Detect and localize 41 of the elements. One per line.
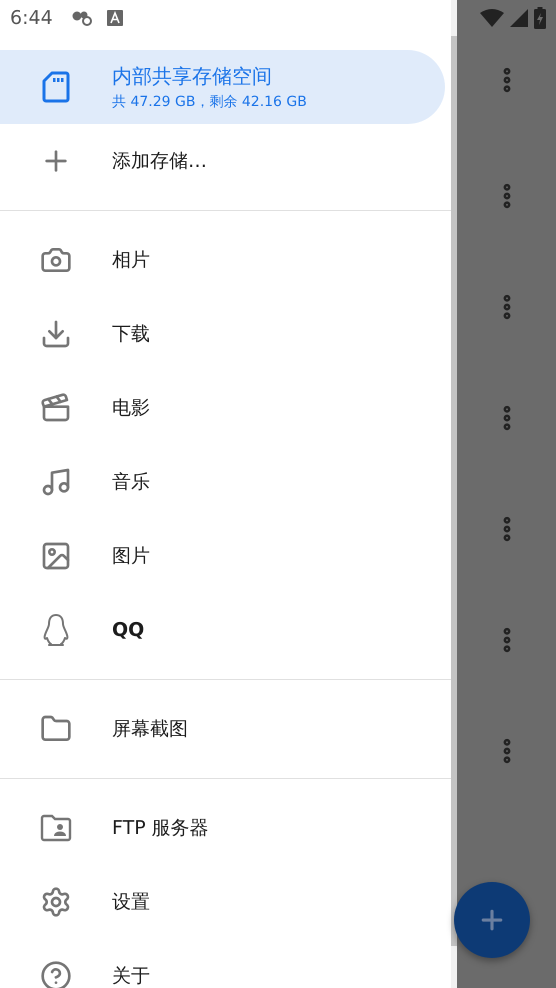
drawer-item[interactable]: QQ <box>0 593 451 667</box>
settings-icon <box>40 886 72 918</box>
item-label: 关于 <box>112 964 150 988</box>
drawer-item[interactable]: 屏幕截图 <box>0 692 451 766</box>
item-label: 音乐 <box>112 470 150 495</box>
item-label: 下载 <box>112 322 150 347</box>
drawer-item[interactable]: 关于 <box>0 939 451 988</box>
item-label: 屏幕截图 <box>112 717 188 742</box>
drawer-item[interactable]: 电影 <box>0 371 451 445</box>
folder-person-icon <box>40 814 72 842</box>
drawer-item[interactable]: 设置 <box>0 865 451 939</box>
drawer-item[interactable]: FTP 服务器 <box>0 791 451 865</box>
sd-card-icon <box>42 71 70 103</box>
drawer-item[interactable]: 下载 <box>0 297 451 371</box>
drawer-item[interactable]: 相片 <box>0 223 451 297</box>
penguin-icon <box>42 613 68 647</box>
help-icon <box>40 960 72 988</box>
drawer-item[interactable]: 添加存储… <box>0 124 451 198</box>
item-label: 设置 <box>112 890 150 915</box>
battery-icon <box>534 7 546 29</box>
drawer-item[interactable]: 音乐 <box>0 445 451 519</box>
item-label: FTP 服务器 <box>112 816 209 841</box>
storage-detail: 共 47.29 GB，剩余 42.16 GB <box>112 93 307 111</box>
wifi-icon <box>480 9 504 27</box>
drawer-item[interactable]: 内部共享存储空间 共 47.29 GB，剩余 42.16 GB <box>0 50 445 124</box>
item-label: 图片 <box>112 544 150 569</box>
keyboard-icon <box>106 10 123 26</box>
status-time: 6:44 <box>10 7 53 29</box>
item-label: 相片 <box>112 248 150 273</box>
signal-icon <box>510 9 528 27</box>
notification-icon <box>70 10 93 26</box>
clapperboard-icon <box>40 392 72 424</box>
drawer-item[interactable]: 图片 <box>0 519 451 593</box>
music-note-icon <box>40 466 72 498</box>
item-label: 电影 <box>112 396 150 421</box>
item-label: QQ <box>112 619 144 641</box>
image-icon <box>40 540 72 572</box>
scrollbar[interactable] <box>451 36 457 946</box>
download-icon <box>40 318 72 350</box>
item-label: 内部共享存储空间 <box>112 63 273 90</box>
item-label: 添加存储… <box>112 149 207 174</box>
